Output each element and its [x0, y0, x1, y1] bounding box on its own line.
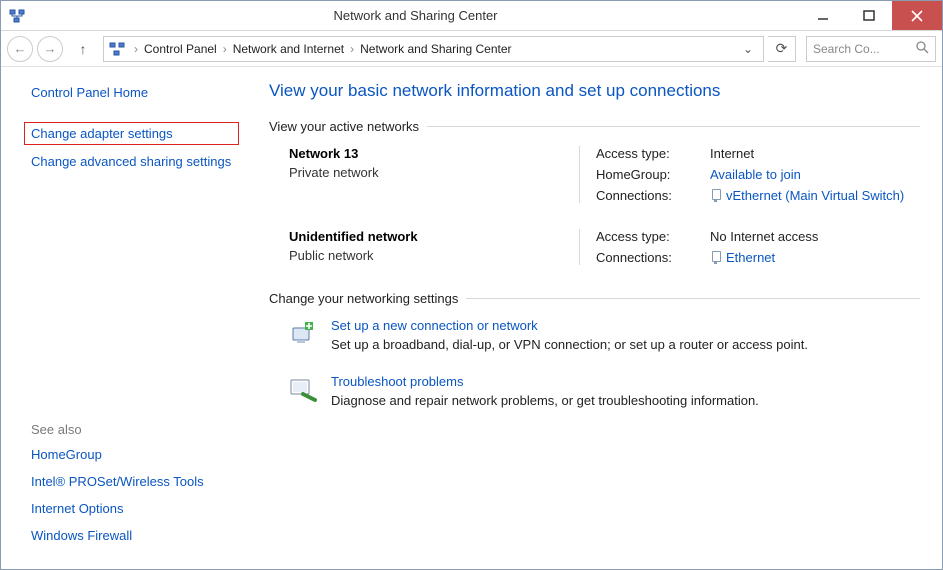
page-heading: View your basic network information and …: [269, 81, 920, 101]
network-identity: Network 13 Private network: [289, 146, 579, 203]
window-controls: [800, 1, 942, 30]
network-name: Network 13: [289, 146, 579, 161]
app-icon: [9, 8, 25, 24]
window: Network and Sharing Center ← → ↑: [0, 0, 943, 570]
action-row: Set up a new connection or network Set u…: [287, 318, 920, 352]
change-adapter-link[interactable]: Change adapter settings: [31, 126, 232, 141]
homegroup-label: HomeGroup:: [596, 167, 706, 182]
setup-connection-desc: Set up a broadband, dial-up, or VPN conn…: [331, 337, 808, 352]
network-identity: Unidentified network Public network: [289, 229, 579, 265]
action-text: Set up a new connection or network Set u…: [331, 318, 808, 352]
network-type: Private network: [289, 165, 579, 180]
network-type: Public network: [289, 248, 579, 263]
search-icon: [916, 41, 929, 57]
chevron-right-icon: ›: [130, 42, 142, 56]
up-button[interactable]: ↑: [71, 37, 95, 61]
back-button[interactable]: ←: [7, 36, 33, 62]
change-settings-header: Change your networking settings: [269, 291, 920, 306]
forward-button[interactable]: →: [37, 36, 63, 62]
breadcrumb-item[interactable]: Network and Internet: [233, 42, 344, 56]
main-panel: View your basic network information and …: [261, 67, 942, 569]
network-details: Access type: Internet HomeGroup: Availab…: [579, 146, 920, 203]
search-input[interactable]: Search Co...: [806, 36, 936, 62]
see-also-header: See also: [31, 422, 239, 437]
setup-connection-link[interactable]: Set up a new connection or network: [331, 318, 538, 333]
titlebar: Network and Sharing Center: [1, 1, 942, 31]
connection-link[interactable]: Ethernet: [726, 250, 775, 265]
chevron-right-icon: ›: [219, 42, 231, 56]
breadcrumb-icon: [108, 40, 126, 58]
change-settings-label: Change your networking settings: [269, 291, 458, 306]
content-body: Control Panel Home Change adapter settin…: [1, 67, 942, 569]
active-networks-label: View your active networks: [269, 119, 419, 134]
search-placeholder: Search Co...: [813, 42, 910, 56]
troubleshoot-icon: [287, 374, 319, 406]
network-name: Unidentified network: [289, 229, 579, 244]
access-type-value: Internet: [710, 146, 920, 161]
maximize-button[interactable]: [846, 1, 892, 30]
active-networks-header: View your active networks: [269, 119, 920, 134]
refresh-button[interactable]: ⟳: [768, 36, 796, 62]
control-panel-home-link[interactable]: Control Panel Home: [31, 85, 239, 100]
minimize-button[interactable]: [800, 1, 846, 30]
see-also-inetopt[interactable]: Internet Options: [31, 501, 239, 516]
see-also-proset[interactable]: Intel® PROSet/Wireless Tools: [31, 474, 239, 489]
network-block: Unidentified network Public network Acce…: [289, 229, 920, 265]
chevron-right-icon: ›: [346, 42, 358, 56]
see-also-list: HomeGroup Intel® PROSet/Wireless Tools I…: [31, 447, 239, 555]
window-title: Network and Sharing Center: [31, 8, 800, 23]
adapter-icon: [710, 250, 722, 264]
highlight-box: Change adapter settings: [24, 122, 239, 145]
close-button[interactable]: [892, 1, 942, 30]
sidebar: Control Panel Home Change adapter settin…: [1, 67, 261, 569]
connection-link[interactable]: vEthernet (Main Virtual Switch): [726, 188, 904, 203]
navbar: ← → ↑ › Control Panel › Network and Inte…: [1, 31, 942, 67]
access-type-value: No Internet access: [710, 229, 920, 244]
access-type-label: Access type:: [596, 229, 706, 244]
troubleshoot-link[interactable]: Troubleshoot problems: [331, 374, 463, 389]
setup-connection-icon: [287, 318, 319, 350]
breadcrumb[interactable]: › Control Panel › Network and Internet ›…: [103, 36, 764, 62]
breadcrumb-item[interactable]: Control Panel: [144, 42, 217, 56]
breadcrumb-item[interactable]: Network and Sharing Center: [360, 42, 511, 56]
connections-label: Connections:: [596, 188, 706, 203]
action-text: Troubleshoot problems Diagnose and repai…: [331, 374, 759, 408]
connections-label: Connections:: [596, 250, 706, 265]
breadcrumb-dropdown[interactable]: ⌄: [737, 42, 759, 56]
troubleshoot-desc: Diagnose and repair network problems, or…: [331, 393, 759, 408]
see-also-homegroup[interactable]: HomeGroup: [31, 447, 239, 462]
change-advanced-link[interactable]: Change advanced sharing settings: [31, 153, 239, 171]
adapter-icon: [710, 188, 722, 202]
network-details: Access type: No Internet access Connecti…: [579, 229, 920, 265]
action-row: Troubleshoot problems Diagnose and repai…: [287, 374, 920, 408]
network-block: Network 13 Private network Access type: …: [289, 146, 920, 203]
homegroup-link[interactable]: Available to join: [710, 167, 801, 182]
see-also-firewall[interactable]: Windows Firewall: [31, 528, 239, 543]
access-type-label: Access type:: [596, 146, 706, 161]
